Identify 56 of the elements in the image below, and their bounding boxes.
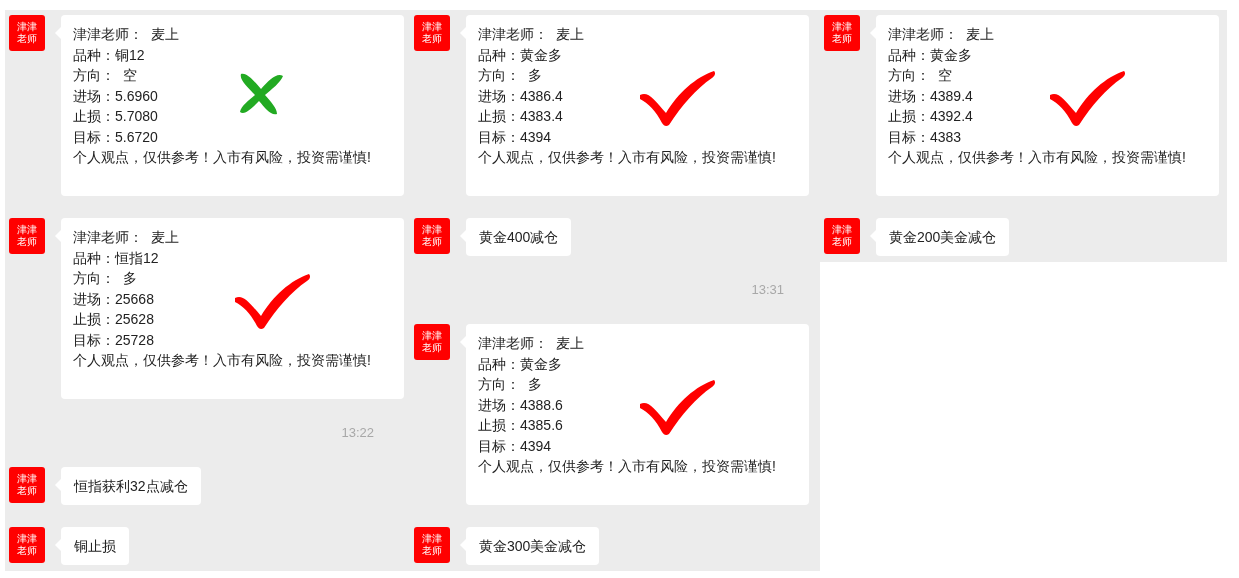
message-line: 津津老师： 麦上 xyxy=(73,228,180,247)
message-line: 品种：黄金多 xyxy=(478,354,563,374)
check-icon xyxy=(233,272,311,330)
message-line: 进场：5.6960 xyxy=(73,86,159,106)
message-line: 目标：4394 xyxy=(478,436,553,456)
message-line: 津津老师： 麦上 xyxy=(73,25,180,44)
message-line: 品种：黄金多 xyxy=(888,45,973,65)
avatar[interactable]: 津津 老师 xyxy=(9,527,45,563)
message-line: 方向： 空 xyxy=(888,66,953,85)
message-line: 进场：4386.4 xyxy=(478,86,564,106)
message-line: 津津老师： 麦上 xyxy=(478,25,585,44)
message-line: 止损：4383.4 xyxy=(478,107,564,126)
message-line: 方向： 多 xyxy=(73,269,138,288)
message-line: 目标：4394 xyxy=(478,127,553,147)
message-line: 品种：恒指12 xyxy=(73,248,160,268)
message-line: 目标：4383 xyxy=(888,127,963,147)
check-icon xyxy=(638,69,716,127)
message-line: 个人观点，仅供参考！入市有风险，投资需谨慎! xyxy=(73,351,372,370)
avatar[interactable]: 津津 老师 xyxy=(824,15,860,51)
message-bubble: 黄金400减仓 xyxy=(466,218,572,256)
message-line: 品种：铜12 xyxy=(73,45,146,65)
message-line: 目标：5.6720 xyxy=(73,127,159,147)
message-line: 止损：4392.4 xyxy=(888,107,974,126)
avatar[interactable]: 津津 老师 xyxy=(9,467,45,503)
message-bubble: 恒指获利32点减仓 xyxy=(61,467,201,505)
avatar[interactable]: 津津 老师 xyxy=(9,15,45,51)
message-line: 津津老师： 麦上 xyxy=(478,334,585,353)
message-line: 个人观点，仅供参考！入市有风险，投资需谨慎! xyxy=(478,457,777,476)
message-line: 进场：4389.4 xyxy=(888,86,974,106)
avatar[interactable]: 津津 老师 xyxy=(414,324,450,360)
message-line: 进场：25668 xyxy=(73,289,155,309)
message-line: 目标：25728 xyxy=(73,330,155,350)
message-line: 止损：5.7080 xyxy=(73,107,159,126)
avatar[interactable]: 津津 老师 xyxy=(414,218,450,254)
avatar[interactable]: 津津 老师 xyxy=(9,218,45,254)
message-line: 止损：4385.6 xyxy=(478,416,564,435)
check-icon xyxy=(1048,69,1126,127)
avatar[interactable]: 津津 老师 xyxy=(824,218,860,254)
avatar[interactable]: 津津 老师 xyxy=(414,527,450,563)
message-bubble: 黄金200美金减仓 xyxy=(876,218,1010,256)
message-line: 个人观点，仅供参考！入市有风险，投资需谨慎! xyxy=(73,148,372,167)
message-line: 品种：黄金多 xyxy=(478,45,563,65)
message-line: 方向： 空 xyxy=(73,66,138,85)
message-line: 个人观点，仅供参考！入市有风险，投资需谨慎! xyxy=(888,148,1187,167)
message-line: 方向： 多 xyxy=(478,66,543,85)
avatar[interactable]: 津津 老师 xyxy=(414,15,450,51)
message-line: 个人观点，仅供参考！入市有风险，投资需谨慎! xyxy=(478,148,777,167)
timestamp: 13:22 xyxy=(341,424,374,442)
message-bubble: 黄金300美金减仓 xyxy=(466,527,600,565)
message-bubble: 铜止损 xyxy=(61,527,129,565)
timestamp: 13:31 xyxy=(751,281,784,299)
message-line: 止损：25628 xyxy=(73,310,155,329)
message-line: 进场：4388.6 xyxy=(478,395,564,415)
message-line: 方向： 多 xyxy=(478,375,543,394)
message-line: 津津老师： 麦上 xyxy=(888,25,995,44)
check-icon xyxy=(638,378,716,436)
